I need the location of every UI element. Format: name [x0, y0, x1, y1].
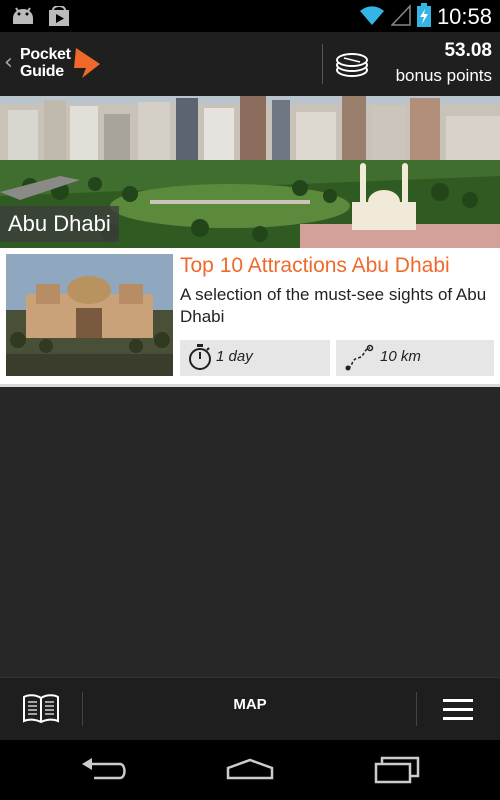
duration-stat: 1 day — [180, 340, 330, 376]
distance-stat: 10 km — [336, 340, 494, 376]
battery-charging-icon — [416, 3, 431, 31]
map-button[interactable]: MAP — [200, 696, 300, 713]
status-bar: 10:58 — [0, 0, 500, 32]
pocket-guide-logo[interactable]: Pocket Guide — [20, 42, 110, 86]
tour-card[interactable]: Top 10 Attractions Abu Dhabi A selection… — [0, 248, 500, 384]
city-name-label: Abu Dhabi — [0, 206, 119, 242]
system-nav-bar — [0, 740, 500, 800]
bottom-bar-divider-left — [82, 692, 83, 726]
play-store-icon — [48, 5, 70, 30]
distance-text: 10 km — [380, 348, 421, 365]
bottom-action-bar: MAP — [0, 677, 500, 741]
city-hero-image[interactable]: Abu Dhabi — [0, 96, 500, 248]
appbar-divider — [322, 44, 323, 84]
back-chevron-icon[interactable]: ‹ — [4, 50, 13, 75]
signal-icon — [390, 4, 411, 30]
guide-book-icon[interactable] — [22, 694, 60, 728]
tour-description: A selection of the must-see sights of Ab… — [180, 285, 487, 326]
home-icon[interactable] — [226, 758, 274, 786]
hamburger-menu-icon[interactable] — [443, 698, 473, 726]
back-icon[interactable] — [80, 758, 128, 786]
card-divider — [0, 384, 500, 387]
route-icon — [344, 344, 374, 376]
wifi-icon — [359, 4, 385, 30]
app-bar: ‹ Pocket Guide 53.08 bonus points — [0, 32, 500, 96]
logo-arrow-icon — [74, 48, 100, 78]
stopwatch-icon — [188, 344, 212, 376]
clock: 10:58 — [436, 4, 492, 29]
bonus-points-label: bonus points — [395, 66, 492, 85]
recent-apps-icon[interactable] — [374, 756, 420, 788]
tour-thumbnail — [6, 254, 173, 376]
coin-stack-icon[interactable] — [334, 48, 370, 84]
tour-title[interactable]: Top 10 Attractions Abu Dhabi — [180, 254, 450, 278]
bottom-bar-divider-right — [416, 692, 417, 726]
duration-text: 1 day — [216, 348, 253, 365]
logo-text-line2: Guide — [20, 63, 64, 80]
bonus-points-value: 53.08 — [444, 40, 492, 61]
logo-text-line1: Pocket — [20, 46, 71, 63]
android-icon — [10, 6, 36, 30]
